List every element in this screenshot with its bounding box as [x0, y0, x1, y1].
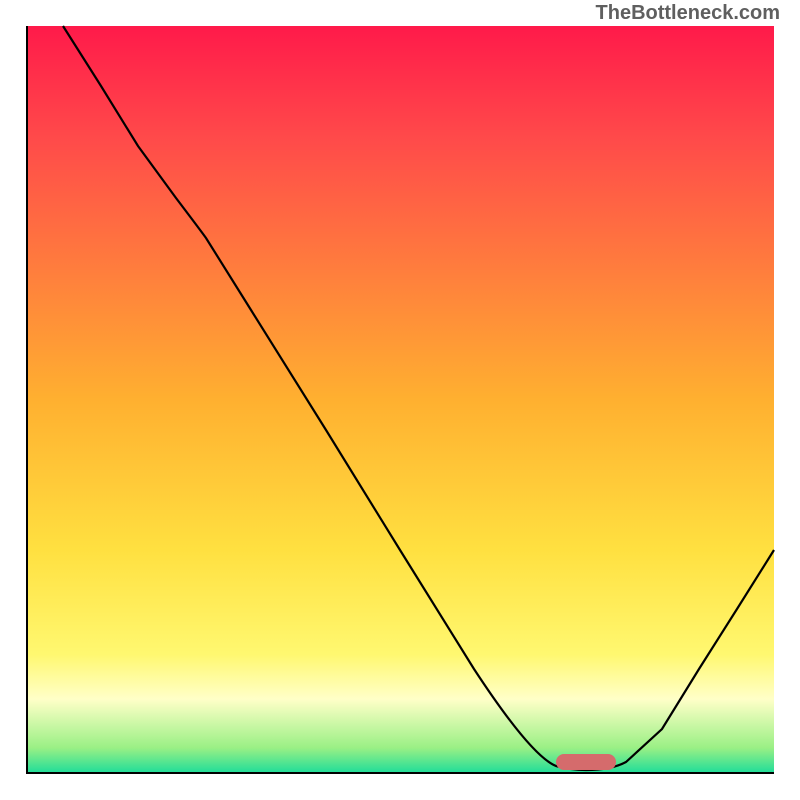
- bottleneck-curve: [63, 26, 774, 770]
- curve-layer: [26, 26, 774, 774]
- y-axis: [26, 26, 28, 774]
- x-axis: [26, 772, 774, 774]
- chart-container: TheBottleneck.com: [0, 0, 800, 800]
- attribution-text: TheBottleneck.com: [596, 2, 780, 25]
- optimal-marker: [556, 754, 616, 770]
